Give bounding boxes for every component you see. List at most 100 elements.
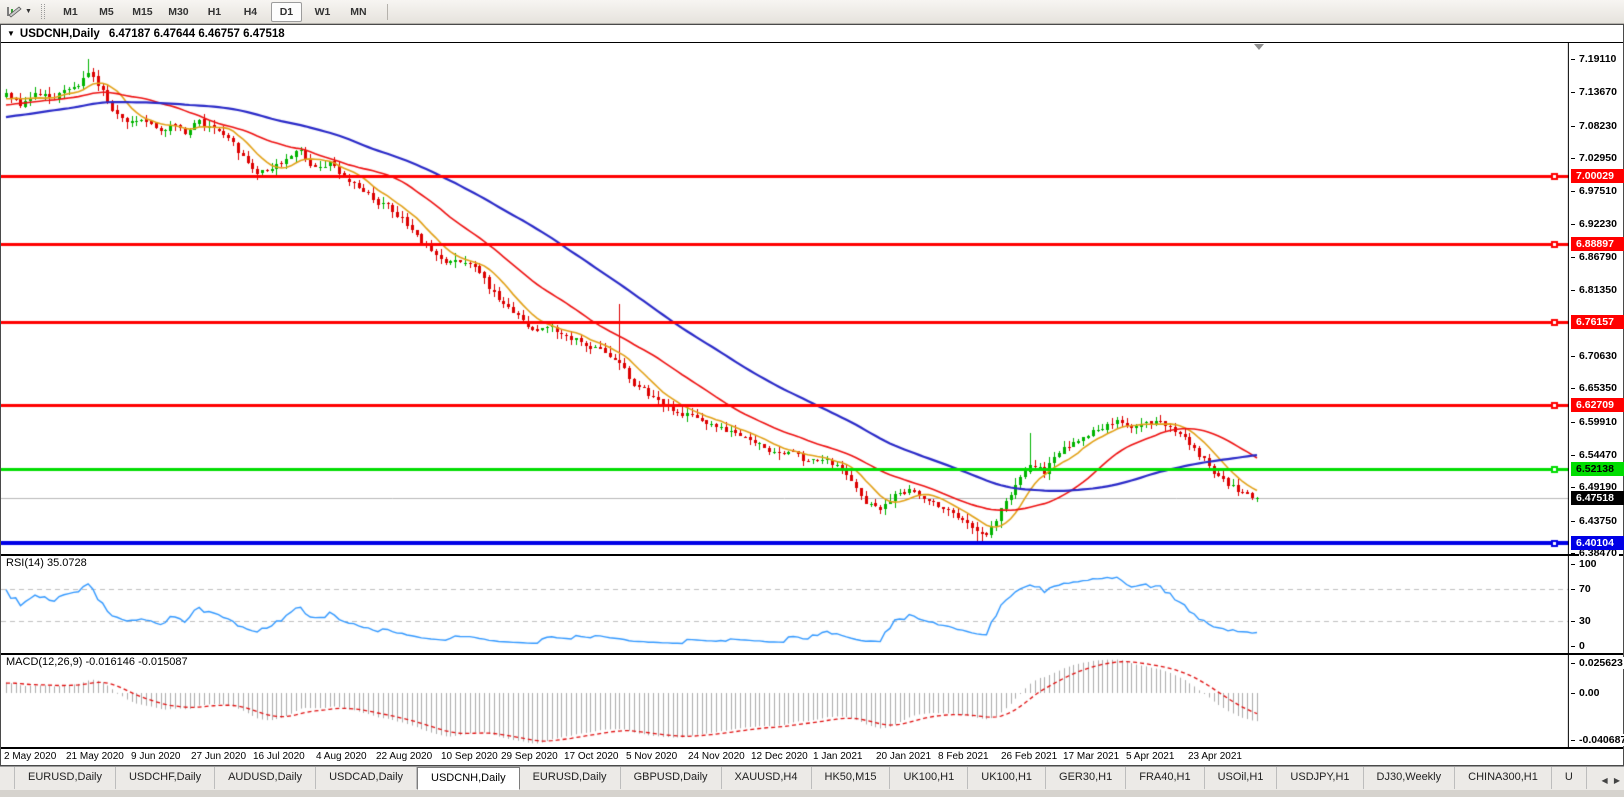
axis-tick-mark [1571,564,1575,565]
chart-ohlc-values: 6.47187 6.47644 6.46757 6.47518 [109,28,285,40]
timeframe-button-m15[interactable]: M15 [127,2,158,22]
level-price-label[interactable]: 6.40104 [1571,536,1624,550]
top-toolbar: ▼ M1M5M15M30H1H4D1W1MN [0,0,1624,24]
chart-title: USDCNH,Daily [20,28,100,40]
timeframe-button-h1[interactable]: H1 [199,2,230,22]
date-tick-label: 23 Apr 2021 [1188,751,1242,762]
chart-tab-bar: EURUSD,DailyUSDCHF,DailyAUDUSD,DailyUSDC… [0,766,1624,790]
tab-usoil-h1[interactable]: USOil,H1 [1205,767,1278,789]
tab-hk50-m15[interactable]: HK50,M15 [812,767,891,789]
axis-tick-mark [1571,224,1575,225]
axis-tick-mark [1571,158,1575,159]
price-tick-label: 7.13670 [1579,86,1619,98]
macd-axis-label: -0.040687 [1579,734,1624,746]
macd-axis-label: 0.00 [1579,687,1601,699]
price-tick-label: 6.92230 [1579,218,1619,230]
tab-eurusd-daily[interactable]: EURUSD,Daily [14,767,116,789]
timeframe-button-h4[interactable]: H4 [235,2,266,22]
tab-gbpusd-daily[interactable]: GBPUSD,Daily [621,767,722,789]
axis-tick-mark [1571,126,1575,127]
tab-dj30-weekly[interactable]: DJ30,Weekly [1364,767,1456,789]
axis-tick-mark [1571,257,1575,258]
chart-shift-marker-icon[interactable] [1254,44,1264,50]
level-price-label[interactable]: 6.88897 [1571,237,1624,251]
chart-tabs: EURUSD,DailyUSDCHF,DailyAUDUSD,DailyUSDC… [14,767,1587,790]
tab-ger30-h1[interactable]: GER30,H1 [1046,767,1126,789]
tab-usdcad-daily[interactable]: USDCAD,Daily [316,767,417,789]
date-tick-label: 22 Aug 2020 [376,751,432,762]
timeframe-button-m1[interactable]: M1 [55,2,86,22]
date-tick-label: 4 Aug 2020 [316,751,367,762]
tab-fra40-h1[interactable]: FRA40,H1 [1126,767,1204,789]
price-tick-label: 6.54470 [1579,449,1619,461]
date-axis[interactable]: 2 May 202021 May 20209 Jun 202027 Jun 20… [1,749,1569,765]
price-tick-label: 7.02950 [1579,152,1619,164]
axis-tick-mark [1571,191,1575,192]
timeframe-button-mn[interactable]: MN [343,2,374,22]
tab-xauusd-h4[interactable]: XAUUSD,H4 [722,767,812,789]
tab-usdchf-daily[interactable]: USDCHF,Daily [116,767,215,789]
rsi-axis-label: 100 [1579,558,1599,570]
toolbar-separator [387,4,388,20]
date-tick-label: 17 Oct 2020 [564,751,618,762]
timeframe-button-w1[interactable]: W1 [307,2,338,22]
axis-tick-mark [1571,740,1575,741]
axis-tick-mark [1571,422,1575,423]
axis-tick-mark [1571,621,1575,622]
date-tick-label: 29 Sep 2020 [501,751,558,762]
macd-panel-divider[interactable] [1,653,1623,655]
rsi-axis-label: 70 [1579,583,1593,595]
tab-usdcnh-daily[interactable]: USDCNH,Daily [417,767,520,790]
timeframe-button-d1[interactable]: D1 [271,2,302,22]
axis-tick-mark [1571,59,1575,60]
date-tick-label: 20 Jan 2021 [876,751,931,762]
chart-menu-caret-icon[interactable]: ▼ [7,29,15,38]
tab-china300-h1[interactable]: CHINA300,H1 [1455,767,1552,789]
macd-axis-label: 0.025623 [1579,657,1624,669]
tab-uk100-h1[interactable]: UK100,H1 [890,767,968,789]
rsi-panel-divider[interactable] [1,554,1623,556]
axis-tick-mark [1571,693,1575,694]
tab-scroll-left-icon[interactable]: ◀ [1601,776,1607,785]
axis-tick-mark [1571,487,1575,488]
date-tick-label: 17 Mar 2021 [1063,751,1119,762]
date-tick-label: 1 Jan 2021 [813,751,863,762]
tab-uk100-h1[interactable]: UK100,H1 [968,767,1046,789]
price-tick-label: 7.19110 [1579,53,1618,65]
timeframe-button-m30[interactable]: M30 [163,2,194,22]
price-tick-label: 6.70630 [1579,350,1619,362]
axis-tick-mark [1571,290,1575,291]
price-tick-label: 6.81350 [1579,284,1619,296]
level-price-label[interactable]: 6.52138 [1571,462,1624,476]
date-tick-label: 9 Jun 2020 [131,751,181,762]
tab-usdjpy-h1[interactable]: USDJPY,H1 [1277,767,1363,789]
timeframe-button-m5[interactable]: M5 [91,2,122,22]
tab-scroll-buttons: ◀ ▶ [1597,776,1620,785]
date-tick-label: 12 Dec 2020 [751,751,808,762]
date-tick-label: 26 Feb 2021 [1001,751,1057,762]
level-price-label[interactable]: 6.62709 [1571,398,1624,412]
bottom-strip [0,790,1624,797]
price-chart-canvas[interactable] [1,43,1569,749]
date-tick-label: 16 Jul 2020 [253,751,305,762]
rsi-axis-label: 30 [1579,615,1593,627]
date-tick-label: 21 May 2020 [66,751,124,762]
chart-tool-icon[interactable] [4,3,24,20]
rsi-axis-label: 0 [1579,640,1587,652]
price-tick-label: 6.43750 [1579,515,1619,527]
date-tick-label: 10 Sep 2020 [441,751,498,762]
tab-audusd-daily[interactable]: AUDUSD,Daily [215,767,316,789]
price-tick-label: 6.59910 [1579,416,1619,428]
tab-u[interactable]: U [1552,767,1587,789]
date-tick-label: 24 Nov 2020 [688,751,745,762]
tab-scroll-right-icon[interactable]: ▶ [1614,776,1620,785]
tab-eurusd-daily[interactable]: EURUSD,Daily [520,767,621,789]
rsi-indicator-label: RSI(14) 35.0728 [6,557,87,569]
date-tick-label: 5 Apr 2021 [1126,751,1174,762]
current-price-label: 6.47518 [1571,491,1624,505]
axis-tick-mark [1571,589,1575,590]
level-price-label[interactable]: 7.00029 [1571,169,1624,183]
toolbar-dropdown-caret[interactable]: ▼ [25,8,32,15]
toolbar-grip[interactable] [41,4,45,19]
level-price-label[interactable]: 6.76157 [1571,315,1624,329]
